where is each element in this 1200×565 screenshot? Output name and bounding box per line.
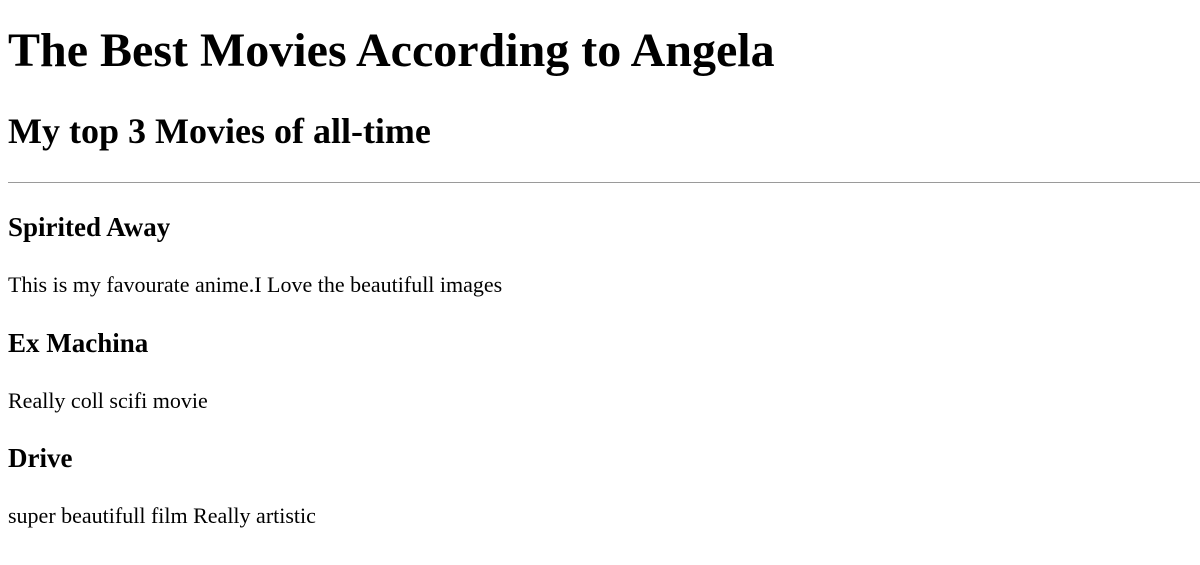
movie-title-drive: Drive xyxy=(8,443,73,473)
page-title: The Best Movies According to Angela xyxy=(8,24,775,77)
movie-title-ex-machina: Ex Machina xyxy=(8,328,149,358)
movie-description-ex-machina: Really coll scifi movie xyxy=(8,388,208,413)
page-subtitle: My top 3 Movies of all-time xyxy=(8,111,431,151)
movie-description-drive: super beautifull film Really artistic xyxy=(8,503,316,528)
movie-description-spirited-away: This is my favourate anime.I Love the be… xyxy=(8,272,503,297)
movie-title-spirited-away: Spirited Away xyxy=(8,212,171,242)
horizontal-divider xyxy=(8,182,1200,183)
page: The Best Movies According to Angela My t… xyxy=(0,0,1200,565)
